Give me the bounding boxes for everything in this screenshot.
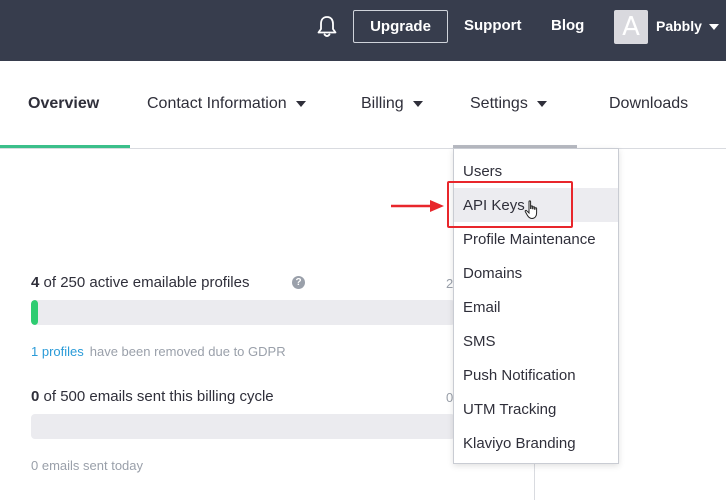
profiles-progress-fill bbox=[31, 300, 38, 325]
menu-item-domains[interactable]: Domains bbox=[454, 256, 618, 290]
emails-progress-bar bbox=[31, 414, 455, 439]
tab-downloads[interactable]: Downloads bbox=[609, 95, 688, 113]
tab-billing[interactable]: Billing bbox=[361, 95, 423, 113]
avatar[interactable]: A bbox=[614, 10, 648, 44]
hand-cursor-icon bbox=[524, 200, 538, 220]
tab-settings[interactable]: Settings bbox=[470, 95, 547, 113]
emails-today: 0 emails sent today bbox=[31, 458, 144, 473]
profiles-progress-bar bbox=[31, 300, 455, 325]
caret-down-icon bbox=[536, 101, 547, 107]
gdpr-note: 1 profiles have been removed due to GDPR bbox=[31, 344, 286, 359]
help-icon[interactable]: ? bbox=[292, 276, 305, 289]
tab-label: Billing bbox=[361, 95, 404, 112]
highlight-box bbox=[447, 181, 573, 228]
emails-stat: 0 of 500 emails sent this billing cycle bbox=[31, 388, 274, 405]
menu-item-klaviyo-branding[interactable]: Klaviyo Branding bbox=[454, 426, 618, 460]
emails-text: of 500 emails sent this billing cycle bbox=[39, 388, 274, 405]
tab-label: Settings bbox=[470, 95, 528, 112]
tab-label: Contact Information bbox=[147, 95, 287, 112]
user-name[interactable]: Pabbly bbox=[656, 18, 702, 34]
menu-item-utm-tracking[interactable]: UTM Tracking bbox=[454, 392, 618, 426]
menu-item-email[interactable]: Email bbox=[454, 290, 618, 324]
bell-icon[interactable] bbox=[316, 15, 338, 39]
caret-down-icon bbox=[295, 101, 306, 107]
active-tab-indicator bbox=[0, 145, 130, 148]
blog-link[interactable]: Blog bbox=[551, 17, 584, 34]
tab-label: Overview bbox=[28, 95, 100, 112]
tab-label: Downloads bbox=[609, 95, 689, 112]
top-bar: Upgrade Support Blog A Pabbly bbox=[0, 0, 726, 61]
gdpr-text: have been removed due to GDPR bbox=[89, 344, 286, 359]
chevron-down-icon[interactable] bbox=[709, 24, 719, 30]
main-nav: Overview Contact Information Billing Set… bbox=[0, 61, 726, 149]
tab-overview[interactable]: Overview bbox=[28, 95, 99, 113]
profiles-stat: 4 of 250 active emailable profiles bbox=[31, 274, 249, 291]
red-arrow-icon bbox=[391, 200, 444, 212]
upgrade-button[interactable]: Upgrade bbox=[353, 10, 448, 43]
support-link[interactable]: Support bbox=[464, 17, 522, 34]
menu-item-push-notification[interactable]: Push Notification bbox=[454, 358, 618, 392]
profiles-text: of 250 active emailable profiles bbox=[39, 274, 250, 291]
tab-contact-information[interactable]: Contact Information bbox=[147, 95, 306, 113]
caret-down-icon bbox=[412, 101, 423, 107]
gdpr-profiles-link[interactable]: 1 profiles bbox=[31, 344, 84, 359]
menu-item-sms[interactable]: SMS bbox=[454, 324, 618, 358]
